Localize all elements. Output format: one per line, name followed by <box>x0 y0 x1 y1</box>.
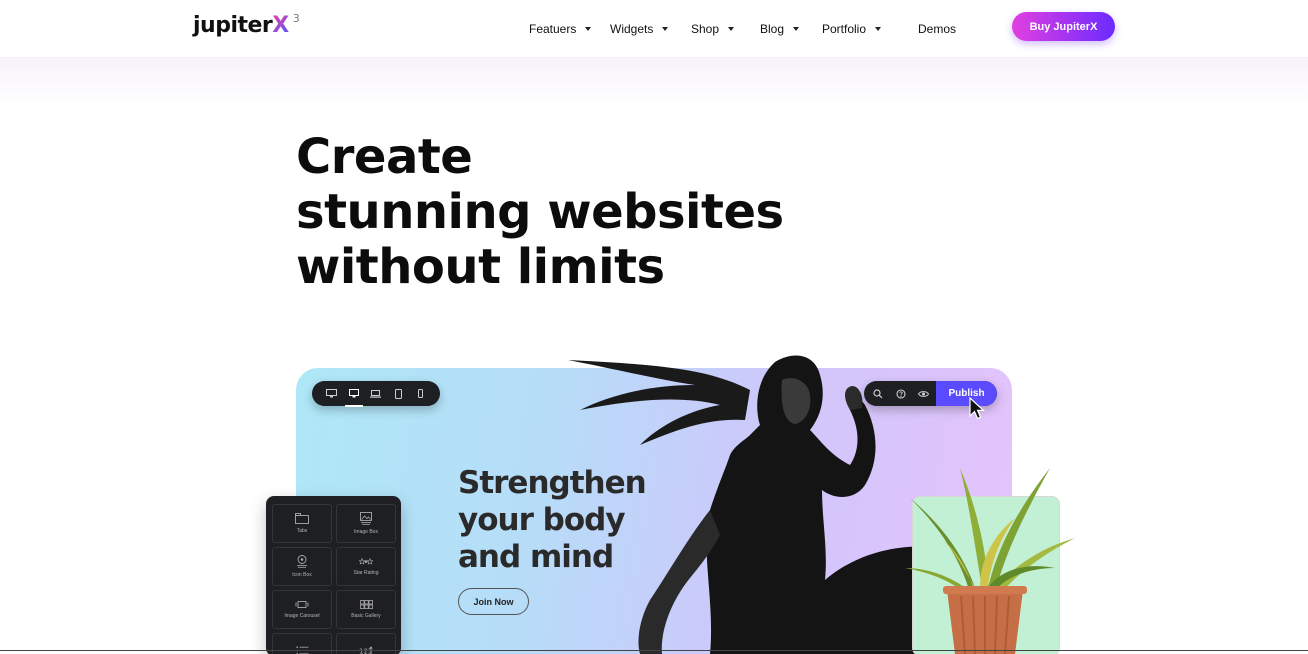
caret-down-icon <box>585 27 592 31</box>
desktop-icon[interactable] <box>344 389 363 407</box>
nav-label: Portfolio <box>822 22 867 36</box>
widget-label: Icon Box <box>292 572 312 578</box>
hero-line-3: without limits <box>296 239 665 295</box>
nav-label: Widgets <box>610 22 654 36</box>
basic-gallery-icon <box>359 600 373 609</box>
tabs-icon <box>295 513 309 524</box>
widget-tabs[interactable]: Tabs <box>272 504 332 543</box>
nav-label: Blog <box>760 22 785 36</box>
tablet-icon[interactable] <box>392 388 404 399</box>
laptop-icon[interactable] <box>370 389 382 399</box>
device-switcher <box>312 381 440 407</box>
nav-label: Demos <box>918 22 957 36</box>
caret-down-icon <box>728 27 735 31</box>
widget-label: Tabs <box>296 528 308 534</box>
jupiterx-logo[interactable]: jupiterX 3 <box>193 12 300 38</box>
nav-item-blog[interactable]: Blog <box>760 20 800 38</box>
viewport-bottom-divider <box>0 650 1308 651</box>
hero-band <box>0 57 1308 105</box>
desktop-wide-icon[interactable] <box>325 389 337 399</box>
preview-headline: Strengthen your body and mind <box>458 465 647 576</box>
nav-item-featuers[interactable]: Featuers <box>529 20 592 38</box>
mouse-pointer-icon <box>969 397 986 420</box>
caret-down-icon <box>875 27 882 31</box>
preview-headline-line-2: your body <box>458 502 626 538</box>
caret-down-icon <box>793 27 800 31</box>
widget-basic-gallery[interactable]: Basic Gallery <box>336 590 396 629</box>
hero-line-1: Create <box>296 129 473 185</box>
logo-version: 3 <box>292 12 300 25</box>
join-now-button[interactable]: Join Now <box>458 588 529 615</box>
widget-image-carousel[interactable]: Image Carousel <box>272 590 332 629</box>
widget-image-box[interactable]: Image Box <box>336 504 396 543</box>
widget-star-rating[interactable]: Star Rating <box>336 547 396 586</box>
help-icon[interactable] <box>889 381 912 406</box>
hero-headline: Create stunning websites without limits <box>296 130 784 295</box>
nav-item-shop[interactable]: Shop <box>691 20 735 38</box>
icon-box-icon <box>297 555 307 568</box>
site-header: jupiterX 3 Featuers Widgets Shop Blog Por… <box>0 0 1308 57</box>
image-box-icon <box>360 512 372 525</box>
publish-button[interactable]: Publish <box>936 381 997 406</box>
image-carousel-icon <box>295 600 309 608</box>
mobile-icon[interactable] <box>415 389 427 399</box>
preview-headline-line-3: and mind <box>458 539 614 575</box>
potted-plant-image <box>905 468 1075 654</box>
logo-text: jupiter <box>193 13 273 38</box>
hero-line-2: stunning websites <box>296 184 784 240</box>
eye-icon[interactable] <box>912 381 935 406</box>
widget-label: Image Carousel <box>284 612 320 619</box>
logo-x: X <box>272 13 289 38</box>
widget-icon-box[interactable]: Icon Box <box>272 547 332 586</box>
widgets-panel: Tabs Image Box Icon Box Star Rating Imag… <box>266 496 401 654</box>
widget-label: Star Rating <box>353 569 379 576</box>
nav-label: Featuers <box>529 22 577 36</box>
buy-jupiterx-button[interactable]: Buy JupiterX <box>1012 12 1115 41</box>
nav-label: Shop <box>691 22 720 36</box>
nav-item-widgets[interactable]: Widgets <box>610 20 669 38</box>
widget-label: Basic Gallery <box>351 613 381 619</box>
widget-label: Image Box <box>354 529 378 535</box>
preview-headline-line-1: Strengthen <box>458 465 647 501</box>
star-rating-icon <box>359 557 373 565</box>
nav-item-demos[interactable]: Demos <box>918 20 956 38</box>
search-icon[interactable] <box>866 381 889 406</box>
nav-item-portfolio[interactable]: Portfolio <box>822 20 882 38</box>
caret-down-icon <box>662 27 669 31</box>
